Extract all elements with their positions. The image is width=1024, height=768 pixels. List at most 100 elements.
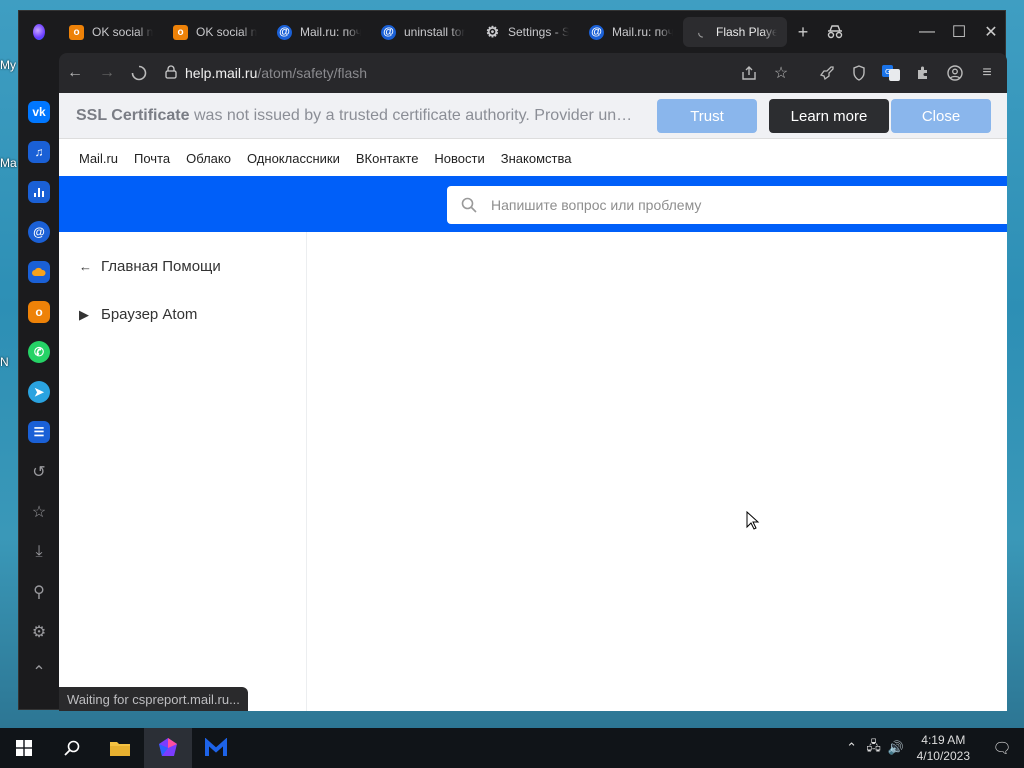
browser-sidebar: vk ♫ @ о ✆ ➤ ☰ ↺ ☆ ⤓ ⚲ ⚙ ⌃ xyxy=(19,101,59,711)
vk-icon[interactable]: vk xyxy=(28,101,50,123)
learn-more-button[interactable]: Learn more xyxy=(769,99,889,133)
mail-icon: @ xyxy=(277,24,292,40)
triangle-right-icon: ▶ xyxy=(79,306,89,322)
network-icon[interactable]: 🖧 xyxy=(863,737,885,759)
nav-home-label: Главная Помощи xyxy=(101,258,221,275)
navigation-bar: ← → help.mail.ru/atom/safety/flash ☆ G ≡ xyxy=(59,53,1007,93)
tab-label: Settings - S xyxy=(508,25,569,39)
downloads-icon[interactable]: ⤓ xyxy=(28,541,50,563)
bookmark-star-icon[interactable]: ☆ xyxy=(765,57,797,89)
tab-ok-1[interactable]: о OK social ne xyxy=(59,17,163,47)
nav-home-help[interactable]: ← Главная Помощи xyxy=(79,258,221,275)
ssl-message: was not issued by a trusted certificate … xyxy=(193,106,636,124)
search-icon[interactable] xyxy=(48,728,96,768)
rocket-icon[interactable] xyxy=(811,57,843,89)
ssl-warning-text: SSL Certificate was not issued by a trus… xyxy=(76,107,636,125)
clock[interactable]: 4:19 AM 4/10/2023 xyxy=(907,732,980,764)
nav-atom-browser[interactable]: ▶ Браузер Atom xyxy=(79,306,197,323)
file-explorer-icon[interactable] xyxy=(96,728,144,768)
tools-icon[interactable]: ⚲ xyxy=(28,581,50,603)
lock-icon[interactable] xyxy=(165,64,177,82)
back-button[interactable]: ← xyxy=(59,57,91,89)
taskbar: ⌃ 🖧 🔊 4:19 AM 4/10/2023 🗨 xyxy=(0,728,1024,768)
desktop-icon-label[interactable]: N xyxy=(0,355,9,369)
tab-label: OK social ne xyxy=(196,25,257,39)
page-content: SSL Certificate was not issued by a trus… xyxy=(59,93,1007,711)
mail-icon[interactable]: @ xyxy=(28,221,50,243)
list-icon[interactable]: ☰ xyxy=(28,421,50,443)
nav-atom-label: Браузер Atom xyxy=(101,306,198,323)
profile-icon[interactable] xyxy=(939,57,971,89)
url-path: /atom/safety/flash xyxy=(257,65,368,81)
favorites-icon[interactable]: ☆ xyxy=(28,501,50,523)
tab-mail-2[interactable]: @ Mail.ru: поч xyxy=(579,17,683,47)
nav-link-cloud[interactable]: Облако xyxy=(186,151,231,166)
extensions-icon[interactable] xyxy=(907,57,939,89)
nav-link-mail[interactable]: Почта xyxy=(134,151,170,166)
forward-button[interactable]: → xyxy=(91,57,123,89)
chevron-up-icon[interactable]: ⌃ xyxy=(841,740,863,756)
ssl-warning-bar: SSL Certificate was not issued by a trus… xyxy=(59,93,1007,139)
atom-logo-icon[interactable] xyxy=(19,11,59,53)
nav-link-news[interactable]: Новости xyxy=(434,151,484,166)
tab-label: uninstall tor xyxy=(404,25,465,39)
tab-ok-2[interactable]: о OK social ne xyxy=(163,17,267,47)
tab-label: Mail.ru: поч xyxy=(300,25,361,39)
ssl-title: SSL Certificate xyxy=(76,106,190,124)
search-icon xyxy=(447,197,491,213)
gear-icon: ⚙ xyxy=(485,24,500,41)
minimize-button[interactable]: — xyxy=(911,17,943,47)
clock-time: 4:19 AM xyxy=(921,733,966,747)
tab-label: Mail.ru: поч xyxy=(612,25,673,39)
address-bar[interactable]: help.mail.ru/atom/safety/flash xyxy=(165,64,368,82)
new-tab-button[interactable]: + xyxy=(787,17,819,47)
windows-start-icon[interactable] xyxy=(0,728,48,768)
status-bar: Waiting for cspreport.mail.ru... xyxy=(59,687,248,711)
tab-mail-1[interactable]: @ Mail.ru: поч xyxy=(267,17,371,47)
mouse-cursor-icon xyxy=(746,510,760,536)
whatsapp-icon[interactable]: ✆ xyxy=(28,341,50,363)
tab-uninstall[interactable]: @ uninstall tor xyxy=(371,17,475,47)
malwarebytes-icon[interactable] xyxy=(192,728,240,768)
ok-icon: о xyxy=(173,24,188,40)
volume-icon[interactable]: 🔊 xyxy=(885,740,907,756)
close-warning-button[interactable]: Close xyxy=(891,99,991,133)
maximize-button[interactable]: ☐ xyxy=(943,17,975,47)
close-window-button[interactable]: ✕ xyxy=(975,17,1007,47)
menu-icon[interactable]: ≡ xyxy=(971,57,1003,89)
music-icon[interactable]: ♫ xyxy=(28,141,50,163)
tab-flash-player[interactable]: ◟ Flash Player xyxy=(683,17,787,47)
nav-link-vk[interactable]: ВКонтакте xyxy=(356,151,419,166)
ok-icon: о xyxy=(69,24,84,40)
stats-icon[interactable] xyxy=(28,181,50,203)
trust-button[interactable]: Trust xyxy=(657,99,757,133)
chevron-up-icon[interactable]: ⌃ xyxy=(28,661,50,683)
desktop-icon-label[interactable]: My xyxy=(0,58,16,72)
arrow-left-icon: ← xyxy=(79,259,92,274)
svg-text:G: G xyxy=(885,68,890,76)
help-left-nav: ← Главная Помощи ▶ Браузер Atom xyxy=(59,232,307,711)
search-input[interactable] xyxy=(491,197,971,213)
nav-link-dating[interactable]: Знакомства xyxy=(501,151,572,166)
clock-date: 4/10/2023 xyxy=(916,749,970,763)
nav-link-mailru[interactable]: Mail.ru xyxy=(79,151,118,166)
atom-browser-taskbar-icon[interactable] xyxy=(144,728,192,768)
url-host: help.mail.ru xyxy=(185,65,258,81)
help-header xyxy=(59,176,1007,232)
desktop-icon-label[interactable]: Ma xyxy=(0,156,17,170)
stop-loading-button[interactable] xyxy=(123,57,155,89)
tab-label: OK social ne xyxy=(92,25,153,39)
ok-icon[interactable]: о xyxy=(28,301,50,323)
telegram-icon[interactable]: ➤ xyxy=(28,381,50,403)
notifications-icon[interactable]: 🗨 xyxy=(980,739,1024,757)
share-icon[interactable] xyxy=(733,57,765,89)
cloud-icon[interactable] xyxy=(28,261,50,283)
history-icon[interactable]: ↺ xyxy=(28,461,50,483)
settings-gear-icon[interactable]: ⚙ xyxy=(28,621,50,643)
shield-icon[interactable] xyxy=(843,57,875,89)
translate-icon[interactable]: G xyxy=(875,57,907,89)
incognito-icon[interactable] xyxy=(819,17,851,47)
help-search[interactable] xyxy=(447,186,1007,224)
nav-link-ok[interactable]: Одноклассники xyxy=(247,151,340,166)
tab-settings[interactable]: ⚙ Settings - S xyxy=(475,17,579,47)
